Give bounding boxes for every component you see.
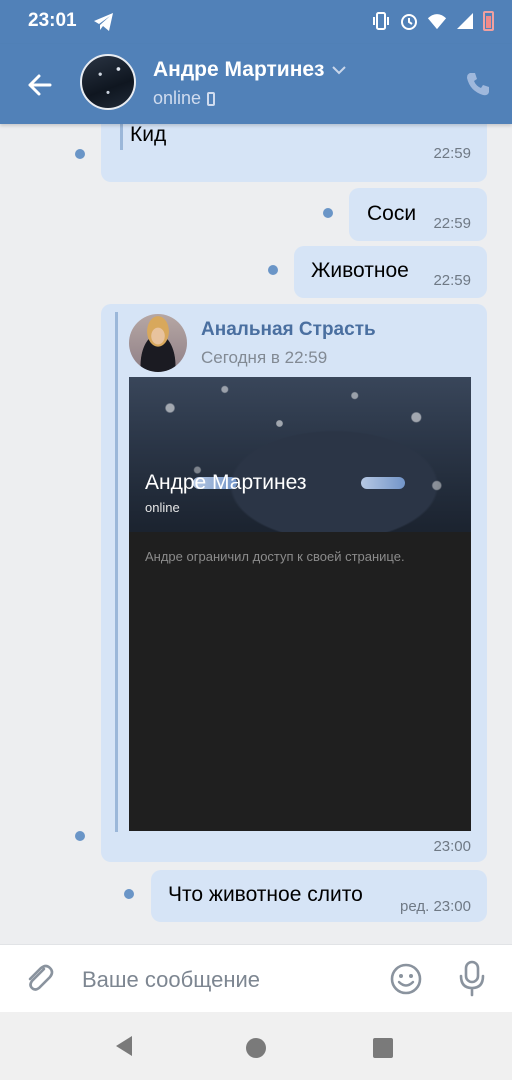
contact-name[interactable]: Андре Мартинез <box>153 58 347 82</box>
forward-author-avatar[interactable] <box>129 314 187 372</box>
contact-status: online <box>153 88 216 109</box>
status-icons <box>371 10 494 32</box>
profile-card-name: Андре Мартинез <box>145 471 307 494</box>
forward-date: Сегодня в 22:59 <box>201 348 328 367</box>
emoji-icon[interactable] <box>388 961 424 997</box>
unread-indicator <box>323 208 333 218</box>
status-time: 23:01 <box>28 10 77 31</box>
message-bubble[interactable]: Соси 22:59 <box>349 188 487 241</box>
message-time: 22:59 <box>433 272 471 289</box>
back-arrow-icon[interactable] <box>22 68 56 102</box>
message-list[interactable]: Кид 22:59 Соси 22:59 Животное 22:59 Анал… <box>0 124 512 944</box>
unread-indicator <box>268 265 278 275</box>
message-bubble[interactable]: Что животное слито ред. 23:00 <box>151 870 487 922</box>
contact-name-text: Андре Мартинез <box>153 58 325 81</box>
battery-icon <box>483 11 494 31</box>
avatar[interactable] <box>80 54 136 110</box>
telegram-icon <box>94 13 113 31</box>
system-navigation-bar <box>0 1012 512 1080</box>
forward-bar <box>115 312 118 832</box>
nav-home-icon[interactable] <box>246 1038 266 1058</box>
message-text: Соси <box>367 202 417 225</box>
quote-bar <box>120 124 123 150</box>
chat-header: Андре Мартинез online <box>0 44 512 124</box>
message-time: ред. 23:00 <box>400 898 471 915</box>
profile-card-status: online <box>145 500 180 515</box>
profile-restricted-text: Андре ограничил доступ к своей странице. <box>145 549 405 564</box>
message-text: Кид <box>130 124 167 146</box>
message-time: 23:00 <box>433 838 471 855</box>
microphone-icon[interactable] <box>456 959 488 997</box>
profile-card[interactable]: Андре Мартинез online Андре ограничил до… <box>129 377 471 831</box>
status-bar: 23:01 <box>0 0 512 44</box>
mobile-icon <box>207 91 216 106</box>
nav-back-icon[interactable] <box>112 1034 136 1058</box>
profile-cover-image <box>129 377 471 532</box>
signal-icon <box>457 13 473 29</box>
nav-recents-icon[interactable] <box>373 1038 393 1058</box>
message-bubble[interactable]: Кид 22:59 <box>101 124 487 182</box>
message-time: 22:59 <box>433 145 471 162</box>
unread-indicator <box>75 149 85 159</box>
unread-indicator <box>75 831 85 841</box>
alarm-icon <box>401 14 417 30</box>
unread-indicator <box>124 889 134 899</box>
message-bubble[interactable]: Животное 22:59 <box>294 246 487 298</box>
wifi-icon <box>427 14 447 30</box>
message-composer <box>0 944 512 1012</box>
message-text: Животное <box>311 259 409 282</box>
message-input[interactable] <box>80 961 374 999</box>
paperclip-icon[interactable] <box>22 961 56 995</box>
message-time: 22:59 <box>433 215 471 232</box>
vibrate-icon <box>373 12 389 30</box>
phone-icon[interactable] <box>464 70 492 98</box>
forwarded-message-bubble[interactable]: Анальная Страсть Сегодня в 22:59 Андре М… <box>101 304 487 862</box>
message-text: Что животное слито <box>168 883 363 906</box>
car-headlight-right <box>361 477 405 489</box>
chevron-down-icon <box>331 66 346 75</box>
forward-author-name[interactable]: Анальная Страсть <box>201 319 376 341</box>
online-status: online <box>153 88 202 108</box>
